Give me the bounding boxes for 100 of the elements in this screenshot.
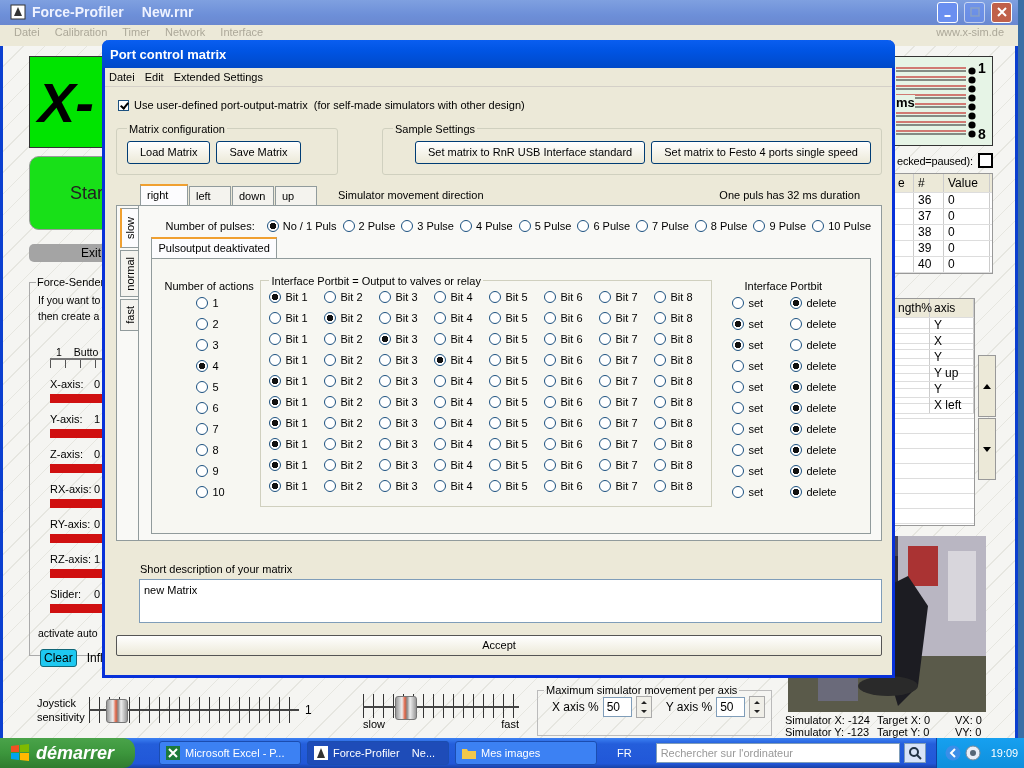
radio-button[interactable] xyxy=(434,438,447,450)
radio-button[interactable] xyxy=(654,333,667,345)
radio-button[interactable] xyxy=(434,375,447,387)
radio-button[interactable] xyxy=(732,444,745,456)
radio-button[interactable] xyxy=(544,354,557,366)
speed-tab[interactable]: slow xyxy=(120,207,139,248)
radio-button[interactable] xyxy=(269,417,282,429)
radio-button[interactable] xyxy=(753,219,766,232)
radio-button[interactable] xyxy=(790,381,803,393)
radio-button[interactable] xyxy=(489,396,502,408)
matrix-button[interactable]: Save Matrix xyxy=(216,140,301,164)
radio-button[interactable] xyxy=(544,333,557,345)
radio-button[interactable] xyxy=(489,354,502,366)
column-header[interactable]: Value xyxy=(944,174,990,192)
radio-button[interactable] xyxy=(790,318,803,330)
radio-button[interactable] xyxy=(599,312,612,324)
radio-button[interactable] xyxy=(489,375,502,387)
preset-button[interactable]: Set matrix to RnR USB Interface standard xyxy=(414,140,646,164)
radio-button[interactable] xyxy=(379,459,392,471)
radio-button[interactable] xyxy=(599,480,612,492)
radio-button[interactable] xyxy=(654,312,667,324)
radio-button[interactable] xyxy=(434,396,447,408)
radio-button[interactable] xyxy=(489,312,502,324)
radio-button[interactable] xyxy=(196,339,209,351)
radio-button[interactable] xyxy=(196,486,209,498)
radio-button[interactable] xyxy=(732,339,745,351)
radio-button[interactable] xyxy=(324,291,337,303)
radio-button[interactable] xyxy=(196,423,209,435)
radio-button[interactable] xyxy=(269,459,282,471)
radio-button[interactable] xyxy=(732,297,745,309)
radio-button[interactable] xyxy=(489,333,502,345)
radio-button[interactable] xyxy=(654,354,667,366)
accept-button[interactable]: Accept xyxy=(116,634,882,656)
radio-button[interactable] xyxy=(196,402,209,414)
taskbar-button[interactable]: Microsoft Excel - P... xyxy=(159,741,301,765)
radio-button[interactable] xyxy=(196,297,209,309)
language-indicator[interactable]: FR xyxy=(617,747,632,759)
radio-button[interactable] xyxy=(269,438,282,450)
direction-tab[interactable]: down xyxy=(232,185,274,205)
radio-button[interactable] xyxy=(599,354,612,366)
radio-button[interactable] xyxy=(790,465,803,477)
radio-button[interactable] xyxy=(269,480,282,492)
radio-button[interactable] xyxy=(196,318,209,330)
radio-button[interactable] xyxy=(434,480,447,492)
taskbar-button[interactable]: Mes images xyxy=(455,741,597,765)
radio-button[interactable] xyxy=(196,444,209,456)
radio-button[interactable] xyxy=(434,354,447,366)
radio-button[interactable] xyxy=(790,444,803,456)
radio-button[interactable] xyxy=(269,396,282,408)
radio-button[interactable] xyxy=(269,354,282,366)
speed-tab[interactable]: fast xyxy=(120,299,139,331)
radio-button[interactable] xyxy=(599,375,612,387)
radio-button[interactable] xyxy=(266,219,279,232)
radio-button[interactable] xyxy=(324,480,337,492)
radio-button[interactable] xyxy=(544,459,557,471)
radio-button[interactable] xyxy=(196,381,209,393)
matrix-checkbox[interactable] xyxy=(118,99,129,111)
radio-button[interactable] xyxy=(489,480,502,492)
radio-button[interactable] xyxy=(459,219,472,232)
spinner-field[interactable]: 50 xyxy=(716,697,746,717)
radio-button[interactable] xyxy=(401,219,414,232)
radio-button[interactable] xyxy=(732,465,745,477)
radio-button[interactable] xyxy=(654,375,667,387)
radio-button[interactable] xyxy=(790,339,803,351)
radio-button[interactable] xyxy=(379,354,392,366)
radio-button[interactable] xyxy=(599,291,612,303)
radio-button[interactable] xyxy=(599,438,612,450)
radio-button[interactable] xyxy=(434,291,447,303)
radio-button[interactable] xyxy=(434,459,447,471)
radio-button[interactable] xyxy=(790,297,803,309)
radio-button[interactable] xyxy=(434,312,447,324)
radio-button[interactable] xyxy=(379,291,392,303)
spinner-arrows-icon[interactable] xyxy=(635,696,652,718)
radio-button[interactable] xyxy=(732,402,745,414)
radio-button[interactable] xyxy=(654,480,667,492)
radio-button[interactable] xyxy=(324,396,337,408)
radio-button[interactable] xyxy=(324,375,337,387)
taskbar-button[interactable]: Force-Profiler Ne... xyxy=(307,741,449,765)
direction-tab[interactable]: right xyxy=(140,183,188,205)
radio-button[interactable] xyxy=(324,438,337,450)
radio-button[interactable] xyxy=(544,417,557,429)
radio-button[interactable] xyxy=(489,438,502,450)
radio-button[interactable] xyxy=(654,396,667,408)
radio-button[interactable] xyxy=(732,423,745,435)
radio-button[interactable] xyxy=(544,291,557,303)
radio-button[interactable] xyxy=(269,333,282,345)
radio-button[interactable] xyxy=(790,423,803,435)
preset-button[interactable]: Set matrix to Festo 4 ports single speed xyxy=(651,140,871,164)
radio-button[interactable] xyxy=(790,402,803,414)
radio-button[interactable] xyxy=(599,459,612,471)
radio-button[interactable] xyxy=(544,312,557,324)
radio-button[interactable] xyxy=(599,396,612,408)
radio-button[interactable] xyxy=(732,486,745,498)
radio-button[interactable] xyxy=(518,219,531,232)
start-menu-button[interactable]: démarrer xyxy=(0,738,135,768)
menu-item[interactable]: Extended Settings xyxy=(173,71,263,83)
radio-button[interactable] xyxy=(196,465,209,477)
radio-button[interactable] xyxy=(269,375,282,387)
matrix-button[interactable]: Load Matrix xyxy=(127,140,211,164)
radio-button[interactable] xyxy=(196,360,209,372)
